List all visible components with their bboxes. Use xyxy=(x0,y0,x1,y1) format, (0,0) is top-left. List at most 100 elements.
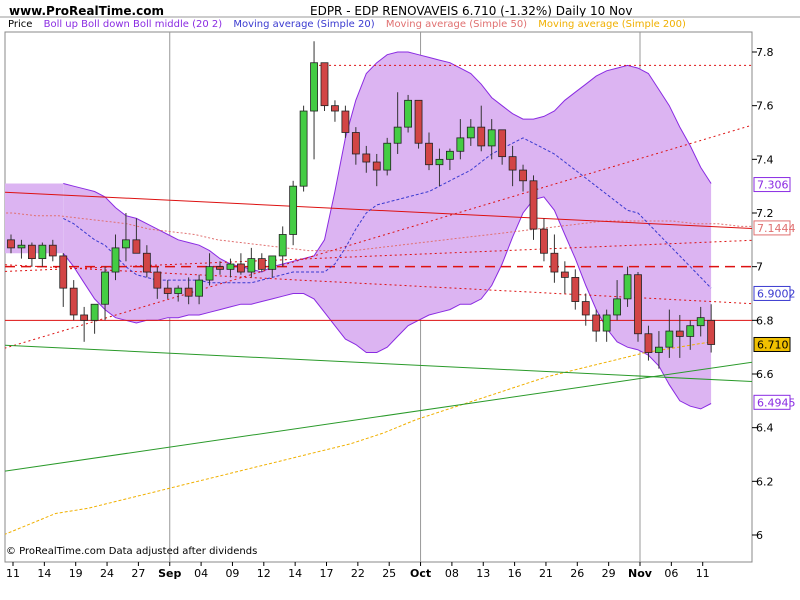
x-tick-label-13: 13 xyxy=(476,567,490,580)
candle-body-47 xyxy=(498,129,507,158)
y-tick-label-6.8: 6.8 xyxy=(756,314,774,327)
y-tick-label-6.6: 6.6 xyxy=(756,368,774,381)
candle-body-30 xyxy=(320,62,329,107)
candle-body-28 xyxy=(299,110,308,187)
x-tick-label-21: 21 xyxy=(539,567,553,580)
candle-body-1 xyxy=(17,244,26,249)
x-tick-label-17: 17 xyxy=(320,567,334,580)
candle-body-32 xyxy=(341,110,350,133)
candle-body-4 xyxy=(48,244,57,257)
candle-body-36 xyxy=(383,142,392,171)
candle-body-27 xyxy=(289,185,298,235)
price-label-7.1444: 7.1444 xyxy=(757,222,796,235)
candle-body-57 xyxy=(602,314,611,332)
candle-body-41 xyxy=(435,158,444,166)
x-tick-label-11: 11 xyxy=(696,567,710,580)
y-tick-label-7.8: 7.8 xyxy=(756,46,774,59)
reference-line-7 xyxy=(5,361,752,472)
candle-body-19 xyxy=(205,266,214,281)
candle-body-22 xyxy=(236,263,245,273)
candle-body-11 xyxy=(122,239,130,249)
candle-body-44 xyxy=(466,126,475,139)
price-chart[interactable]: 6 6.2 6.4 6.6 6.8 7 7.2 7.4 7.6 7.8 11 14 19 24 27 Sep 0… xyxy=(0,0,800,600)
y-tick-label-7: 7 xyxy=(756,261,763,274)
candle-body-54 xyxy=(571,276,580,302)
candle-body-9 xyxy=(101,271,109,305)
candle-body-25 xyxy=(268,255,277,270)
x-tick-label-09: 09 xyxy=(225,567,239,580)
price-label-7.306: 7.306 xyxy=(757,179,789,192)
x-tick-label-24: 24 xyxy=(100,567,114,580)
x-tick-label-nov: Nov xyxy=(628,567,653,580)
x-tick-label-14: 14 xyxy=(37,567,51,580)
candle-body-33 xyxy=(351,132,360,155)
candle-body-10 xyxy=(111,247,120,273)
x-tick-label-27: 27 xyxy=(131,567,145,580)
candle-body-64 xyxy=(675,330,684,337)
price-label-6.4945: 6.4945 xyxy=(757,396,796,409)
y-tick-label-6: 6 xyxy=(756,529,763,542)
candle-body-48 xyxy=(508,156,517,171)
candle-body-62 xyxy=(655,346,663,353)
x-tick-label-29: 29 xyxy=(602,567,616,580)
candle-body-26 xyxy=(278,234,287,257)
x-tick-label-oct: Oct xyxy=(410,567,431,580)
candle-body-12 xyxy=(132,239,141,254)
candle-body-65 xyxy=(686,325,695,337)
y-tick-label-7.6: 7.6 xyxy=(756,100,774,113)
candle-body-17 xyxy=(184,287,193,297)
y-tick-label-6.4: 6.4 xyxy=(756,422,774,435)
candle-body-34 xyxy=(362,153,371,163)
candle-body-60 xyxy=(634,274,642,335)
x-tick-label-sep: Sep xyxy=(158,567,181,580)
candle-body-56 xyxy=(592,314,601,332)
candle-body-13 xyxy=(142,252,151,273)
candle-body-16 xyxy=(174,287,183,294)
y-tick-label-7.2: 7.2 xyxy=(756,207,774,220)
x-tick-label-12: 12 xyxy=(257,567,271,580)
candle-body-21 xyxy=(226,263,235,270)
candle-body-55 xyxy=(581,301,590,316)
candle-body-20 xyxy=(216,266,224,270)
candle-body-46 xyxy=(487,129,496,147)
candle-body-49 xyxy=(519,169,527,182)
candle-body-66 xyxy=(696,317,705,327)
plot-area xyxy=(5,32,752,562)
footer-note: © ProRealTime.com Data adjusted after di… xyxy=(6,546,258,557)
price-label-6.710: 6.710 xyxy=(757,338,789,351)
candle-body-58 xyxy=(613,298,621,316)
candle-body-29 xyxy=(310,62,318,112)
x-tick-label-11: 11 xyxy=(6,567,20,580)
candle-body-24 xyxy=(257,258,266,270)
candle-body-15 xyxy=(163,287,172,294)
y-tick-label-7.4: 7.4 xyxy=(756,153,774,166)
candle-body-7 xyxy=(80,314,89,321)
candle-body-37 xyxy=(393,126,402,144)
candle-body-31 xyxy=(331,105,339,112)
x-tick-label-26: 26 xyxy=(570,567,584,580)
chart-window: www.ProRealTime.com EDPR - EDP RENOVAVEI… xyxy=(0,0,800,600)
x-tick-label-04: 04 xyxy=(194,567,208,580)
candle-body-0 xyxy=(7,239,15,249)
candle-body-63 xyxy=(665,330,674,348)
candle-body-14 xyxy=(153,271,162,289)
candle-body-6 xyxy=(69,287,78,316)
candle-body-18 xyxy=(195,279,204,297)
candle-body-35 xyxy=(372,161,381,171)
x-tick-label-16: 16 xyxy=(508,567,522,580)
candle-body-40 xyxy=(425,142,433,166)
y-tick-label-6.2: 6.2 xyxy=(756,475,774,488)
candle-body-2 xyxy=(27,244,36,260)
ma200-line xyxy=(5,341,712,535)
candle-body-50 xyxy=(529,180,538,230)
x-tick-label-19: 19 xyxy=(69,567,83,580)
candle-body-61 xyxy=(644,333,653,353)
candle-body-59 xyxy=(623,274,632,300)
x-tick-label-08: 08 xyxy=(445,567,459,580)
price-label-6.9002: 6.9002 xyxy=(757,287,796,300)
candle-body-53 xyxy=(560,271,569,278)
candle-body-39 xyxy=(414,99,423,144)
candle-body-52 xyxy=(550,252,559,273)
candle-body-42 xyxy=(445,150,454,160)
candle-body-3 xyxy=(38,244,47,260)
